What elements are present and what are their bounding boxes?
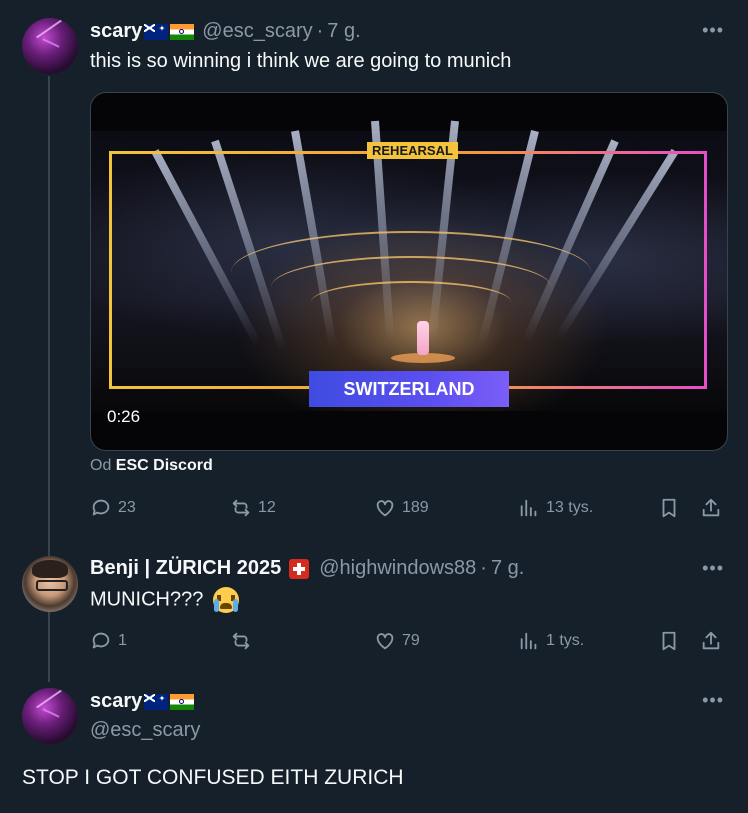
tweet-actions: 23 12 189 13 tys. <box>90 497 724 525</box>
video-source: Od ESC Discord <box>90 457 213 475</box>
rehearsal-frame <box>109 151 707 389</box>
author-handle[interactable]: @highwindows88 <box>319 557 476 580</box>
timestamp[interactable]: 7 g. <box>491 557 524 580</box>
tweet-text: MUNICH??? <box>90 587 239 613</box>
bookmark-button[interactable] <box>658 497 680 519</box>
switzerland-flag-icon <box>289 558 310 579</box>
repost-button[interactable]: 12 <box>230 497 276 519</box>
tweet-header: Benji | ZÜRICH 2025 @highwindows88 · 7 g… <box>90 557 524 580</box>
reply-count: 23 <box>118 499 136 516</box>
author-name[interactable]: Benji | ZÜRICH 2025 <box>90 557 281 580</box>
avatar[interactable] <box>22 18 78 74</box>
reply-button[interactable]: 1 <box>90 630 127 652</box>
like-count: 189 <box>402 499 429 516</box>
like-button[interactable]: 79 <box>374 630 420 652</box>
video-duration: 0:26 <box>107 407 141 426</box>
india-flag-icon <box>170 693 195 710</box>
crying-face-icon <box>212 587 239 613</box>
share-button[interactable] <box>700 497 722 519</box>
avatar[interactable] <box>22 556 78 612</box>
author-handle[interactable]: @esc_scary <box>90 719 200 742</box>
rehearsal-banner: REHEARSAL <box>367 142 458 159</box>
repost-count: 12 <box>258 499 276 516</box>
reply-count: 1 <box>118 632 127 649</box>
views-count: 13 tys. <box>546 499 594 516</box>
reply-icon <box>92 499 110 516</box>
like-count: 79 <box>402 632 420 649</box>
repost-icon <box>232 632 250 650</box>
share-button[interactable] <box>700 630 722 652</box>
thread: scary @esc_scary · 7 g. ••• this is so w… <box>0 0 748 813</box>
author-name[interactable]: scary <box>90 690 142 713</box>
author-handle[interactable]: @esc_scary <box>202 20 312 43</box>
tweet-header: scary @esc_scary · 7 g. <box>90 20 361 43</box>
avatar[interactable] <box>22 688 78 744</box>
tweet-text: STOP I GOT CONFUSED EITH ZURICH <box>22 766 404 789</box>
tweet-text: this is so winning i think we are going … <box>90 50 512 72</box>
tweet-header: scary <box>90 690 195 713</box>
source-link[interactable]: ESC Discord <box>116 457 213 474</box>
more-icon[interactable]: ••• <box>702 690 724 711</box>
india-flag-icon <box>170 23 195 40</box>
timestamp[interactable]: 7 g. <box>327 20 360 43</box>
share-icon <box>702 498 720 517</box>
views-button[interactable]: 1 tys. <box>518 630 584 652</box>
reply-button[interactable]: 23 <box>90 497 136 519</box>
country-banner: SWITZERLAND <box>309 371 509 407</box>
views-count: 1 tys. <box>546 632 585 649</box>
repost-icon <box>232 499 250 517</box>
australia-flag-icon <box>144 693 169 710</box>
tweet-actions: 1 79 1 tys. <box>90 630 724 658</box>
repost-button[interactable] <box>230 630 258 652</box>
dot-separator: · <box>316 20 324 42</box>
share-icon <box>702 631 720 650</box>
reply-icon <box>92 632 110 649</box>
views-button[interactable]: 13 tys. <box>518 497 593 519</box>
dot-separator: · <box>480 557 487 579</box>
tweet-text-content: MUNICH??? <box>90 588 204 611</box>
like-icon <box>376 500 394 517</box>
video-player[interactable]: REHEARSAL SWITZERLAND 0:26 <box>90 92 728 451</box>
views-icon <box>520 499 537 517</box>
more-icon[interactable]: ••• <box>702 558 724 579</box>
like-icon <box>376 633 394 650</box>
bookmark-icon <box>662 498 676 518</box>
australia-flag-icon <box>144 23 169 40</box>
source-prefix: Od <box>90 457 112 474</box>
author-name[interactable]: scary <box>90 20 142 43</box>
bookmark-button[interactable] <box>658 630 680 652</box>
bookmark-icon <box>662 631 676 651</box>
more-icon[interactable]: ••• <box>702 20 724 41</box>
like-button[interactable]: 189 <box>374 497 429 519</box>
views-icon <box>520 632 537 650</box>
